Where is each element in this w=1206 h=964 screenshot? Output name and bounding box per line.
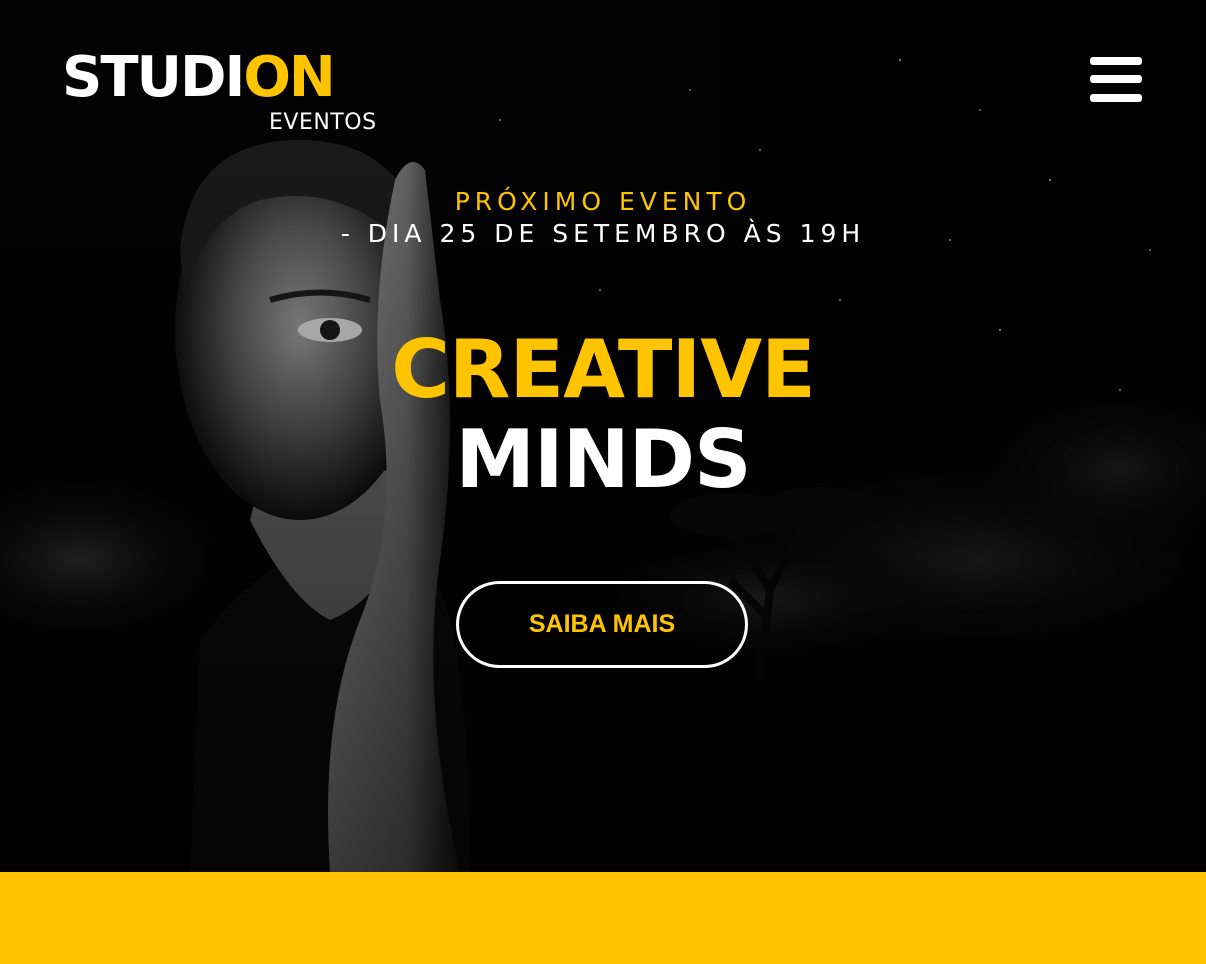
saiba-mais-button[interactable]: SAIBA MAIS	[456, 581, 748, 668]
logo-wordmark: STUDION	[62, 45, 336, 110]
hero-section: STUDION EVENTOS PRÓXIMO EVENTO - DIA 25 …	[0, 0, 1206, 872]
page: STUDION EVENTOS PRÓXIMO EVENTO - DIA 25 …	[0, 0, 1206, 964]
event-date: - DIA 25 DE SETEMBRO ÀS 19H	[340, 219, 866, 248]
next-event-label: PRÓXIMO EVENTO	[454, 187, 752, 216]
hamburger-menu-icon[interactable]	[1090, 57, 1142, 103]
logo-text-studi: STUDI	[62, 45, 245, 110]
hero-title-creative: CREATIVE	[391, 323, 816, 416]
yellow-section-band	[0, 872, 1206, 964]
menu-bar-middle	[1090, 75, 1142, 83]
hero-title-minds: MINDS	[455, 413, 751, 506]
logo-text-on: ON	[243, 45, 335, 110]
menu-bar-bottom	[1090, 94, 1142, 102]
menu-bar-top	[1090, 57, 1142, 65]
studion-logo[interactable]: STUDION EVENTOS	[62, 48, 402, 140]
logo-subtitle: EVENTOS	[269, 110, 377, 135]
